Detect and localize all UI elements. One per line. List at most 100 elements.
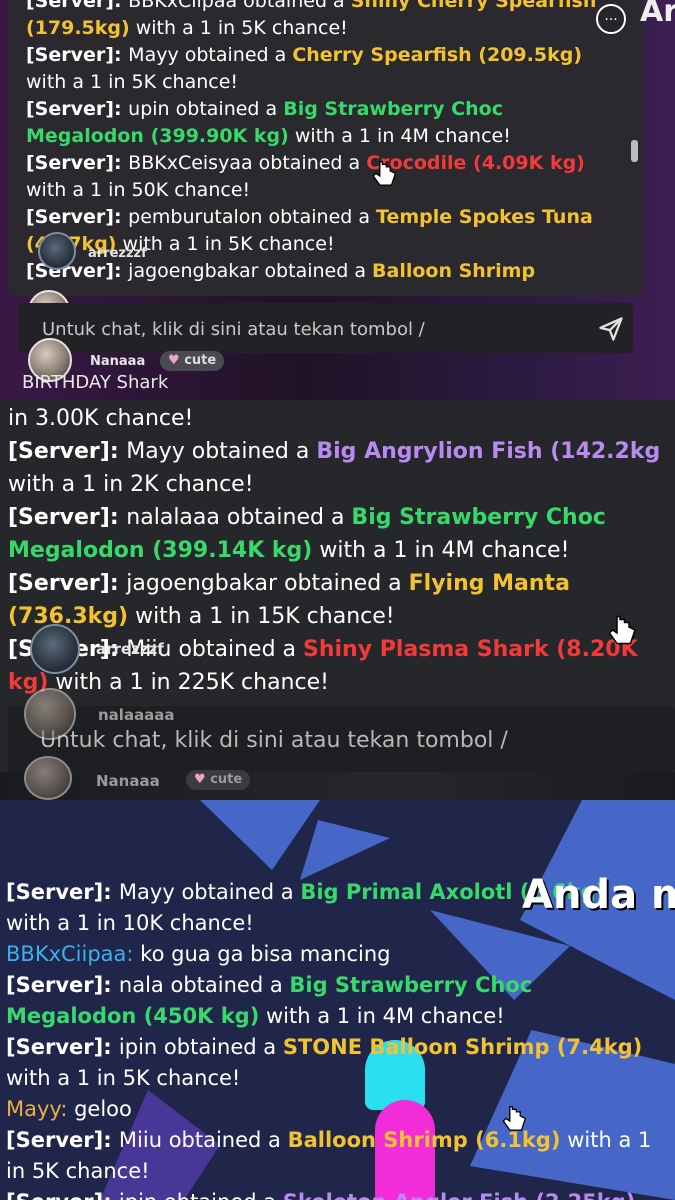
message-text: with a 1 in 225K chance! bbox=[48, 670, 329, 695]
highlighted-text: Crocodile (4.09K kg) bbox=[366, 152, 585, 174]
corner-text: Anda m bbox=[522, 872, 675, 918]
message-text: ipin obtained a bbox=[119, 1190, 283, 1200]
message-text: with a 1 in 5K chance! bbox=[6, 1066, 241, 1090]
highlighted-text: (179.5kg) bbox=[26, 17, 130, 39]
status-badge: ♥ cute bbox=[160, 351, 225, 371]
highlighted-text: Shiny Plasma Shark (8.20K bbox=[303, 637, 638, 662]
highlighted-text: (736.3kg) bbox=[8, 604, 129, 629]
chat-message-line: [Server]: nalalaaa obtained a Big Strawb… bbox=[8, 501, 675, 534]
message-text: Mayy obtained a bbox=[126, 439, 317, 464]
server-tag: [Server]: bbox=[26, 44, 129, 66]
heart-icon: ♥ bbox=[168, 353, 180, 368]
status-badge: ♥ cute bbox=[186, 770, 251, 790]
chat-message-line: [Server]: Mayy obtained a Cherry Spearfi… bbox=[26, 42, 616, 69]
message-text: jagoengbakar obtained a bbox=[126, 571, 409, 596]
server-tag: [Server]: bbox=[26, 260, 129, 282]
message-text: in 3.00K chance! bbox=[8, 406, 194, 431]
server-tag: [Server]: bbox=[6, 973, 119, 997]
chat-message-line: with a 1 in 5K chance! bbox=[26, 69, 616, 96]
chat-message-line: with a 1 in 5K chance! bbox=[6, 1063, 675, 1094]
message-text: jagoengbakar obtained a bbox=[128, 260, 373, 282]
server-tag: [Server]: bbox=[6, 1128, 119, 1152]
highlighted-text: Big Strawberry Choc bbox=[289, 973, 533, 997]
highlighted-text: Balloon Shrimp bbox=[372, 260, 536, 282]
avatar[interactable] bbox=[24, 688, 76, 740]
chat-screenshot-2: in 3.00K chance! [Server]: Mayy obtained … bbox=[0, 400, 675, 800]
hand-cursor-icon bbox=[372, 161, 397, 186]
chat-message-line: [Server]: upin obtained a Big Strawberry… bbox=[26, 96, 616, 123]
chat-messages: [Server]: Mayy obtained a Big Primal Axo… bbox=[6, 877, 675, 1200]
avatar[interactable] bbox=[38, 232, 76, 270]
chat-message-line: [Server]: jagoengbakar obtained a Flying… bbox=[8, 567, 675, 600]
highlighted-text: Mayy: bbox=[6, 1097, 75, 1121]
username-label: arrezzzf bbox=[88, 246, 147, 261]
chat-message-line: (179.5kg) with a 1 in 5K chance! bbox=[26, 15, 616, 42]
chat-message-line: with a 1 in 2K chance! bbox=[8, 468, 675, 501]
chat-message-line: [Server]: pemburutalon obtained a Temple… bbox=[26, 204, 616, 231]
background-shard bbox=[300, 820, 390, 880]
highlighted-text: STONE Balloon Shrimp (7.4kg) bbox=[282, 1035, 643, 1059]
chat-messages: [Server]: BBKxCiipaa obtained a Shiny Ch… bbox=[26, 0, 616, 285]
badge-label: cute bbox=[184, 353, 217, 368]
server-tag: [Server]: bbox=[6, 880, 119, 904]
chat-message-line: Mayy: geloo bbox=[6, 1094, 675, 1125]
chat-message-line: [Server]: BBKxCeisyaa obtained a Crocodi… bbox=[26, 150, 616, 177]
chat-message-line: Megalodon (450K kg) with a 1 in 4M chanc… bbox=[6, 1001, 675, 1032]
username-label: arrezzzf bbox=[96, 640, 164, 658]
highlighted-text: Big Strawberry Choc bbox=[283, 98, 503, 120]
message-text: with a 1 in 4M chance! bbox=[288, 125, 511, 147]
chat-input-placeholder: Untuk chat, klik di sini atau tekan tomb… bbox=[42, 319, 425, 340]
highlighted-text: Cherry Spearfish (209.5kg) bbox=[292, 44, 583, 66]
chat-message-line: [Server]: jagoengbakar obtained a Balloo… bbox=[26, 258, 616, 285]
message-text: ko gua ga bisa mancing bbox=[140, 942, 391, 966]
chat-message-line: kg) with a 1 in 225K chance! bbox=[8, 666, 675, 699]
chat-scrollbar[interactable] bbox=[631, 140, 638, 162]
more-options-icon[interactable]: ··· bbox=[596, 4, 626, 34]
chat-message-line: [Server]: nala obtained a Big Strawberry… bbox=[6, 970, 675, 1001]
chat-message-line: in 3.00K chance! bbox=[8, 402, 675, 435]
avatar[interactable] bbox=[24, 756, 72, 800]
server-tag: [Server]: bbox=[26, 98, 129, 120]
hand-cursor-icon bbox=[608, 615, 636, 645]
message-text: BBKxCeisyaa obtained a bbox=[128, 152, 367, 174]
highlighted-text: Temple Spokes Tuna bbox=[376, 206, 593, 228]
username-label: Nanaaa bbox=[90, 354, 146, 369]
highlighted-text: Big Angrylion Fish (142.2kg bbox=[316, 439, 661, 464]
send-icon[interactable] bbox=[597, 315, 625, 343]
message-text: upin obtained a bbox=[128, 98, 284, 120]
chat-message-line: BBKxCiipaa: ko gua ga bisa mancing bbox=[6, 939, 675, 970]
server-tag: [Server]: bbox=[8, 439, 127, 464]
server-tag: [Server]: bbox=[6, 1035, 119, 1059]
message-text: Mayy obtained a bbox=[118, 880, 301, 904]
chat-message-line: [Server]: ipin obtained a STONE Balloon … bbox=[6, 1032, 675, 1063]
chat-input-placeholder: Untuk chat, klik di sini atau tekan tomb… bbox=[40, 728, 508, 753]
message-text: in 5K chance! bbox=[6, 1159, 150, 1183]
highlighted-text: Megalodon (399.90K kg) bbox=[26, 125, 289, 147]
chat-message-line: [Server]: Miiu obtained a Balloon Shrimp… bbox=[6, 1125, 675, 1156]
highlighted-text: Megalodon (450K kg) bbox=[6, 1004, 260, 1028]
message-text: nalalaaa obtained a bbox=[126, 505, 352, 530]
server-tag: [Server]: bbox=[6, 1190, 119, 1200]
corner-text: Ar bbox=[640, 0, 675, 29]
highlighted-text: Skeleton Angler Fish (2.25kg) bbox=[283, 1190, 636, 1200]
chat-message-line: [Server]: Mayy obtained a Big Angrylion … bbox=[8, 435, 675, 468]
chat-message-line: Megalodon (399.14K kg) with a 1 in 4M ch… bbox=[8, 534, 675, 567]
chat-message-line: [Server]: ipin obtained a Skeleton Angle… bbox=[6, 1187, 675, 1200]
username-label: nalaaaaa bbox=[98, 706, 175, 724]
chat-message-line: in 5K chance! bbox=[6, 1156, 675, 1187]
message-text: with a 1 in 5K chance! bbox=[116, 233, 335, 255]
chat-message-line: with a 1 in 50K chance! bbox=[26, 177, 616, 204]
badge-label: cute bbox=[210, 772, 243, 787]
chat-input[interactable]: Untuk chat, klik di sini atau tekan tomb… bbox=[18, 303, 633, 353]
chat-screenshot-1: [Server]: BBKxCiipaa obtained a Shiny Ch… bbox=[0, 0, 675, 400]
hand-cursor-icon bbox=[502, 1106, 527, 1131]
message-text: Mayy obtained a bbox=[128, 44, 293, 66]
message-text: with a 1 in 15K chance! bbox=[128, 604, 395, 629]
message-text: nala obtained a bbox=[118, 973, 290, 997]
server-tag: [Server]: bbox=[8, 505, 127, 530]
chat-message-line: Megalodon (399.90K kg) with a 1 in 4M ch… bbox=[26, 123, 616, 150]
message-text: Miiu obtained a bbox=[118, 1128, 288, 1152]
avatar[interactable] bbox=[30, 624, 80, 674]
server-tag: [Server]: bbox=[26, 152, 129, 174]
message-text: pemburutalon obtained a bbox=[128, 206, 377, 228]
